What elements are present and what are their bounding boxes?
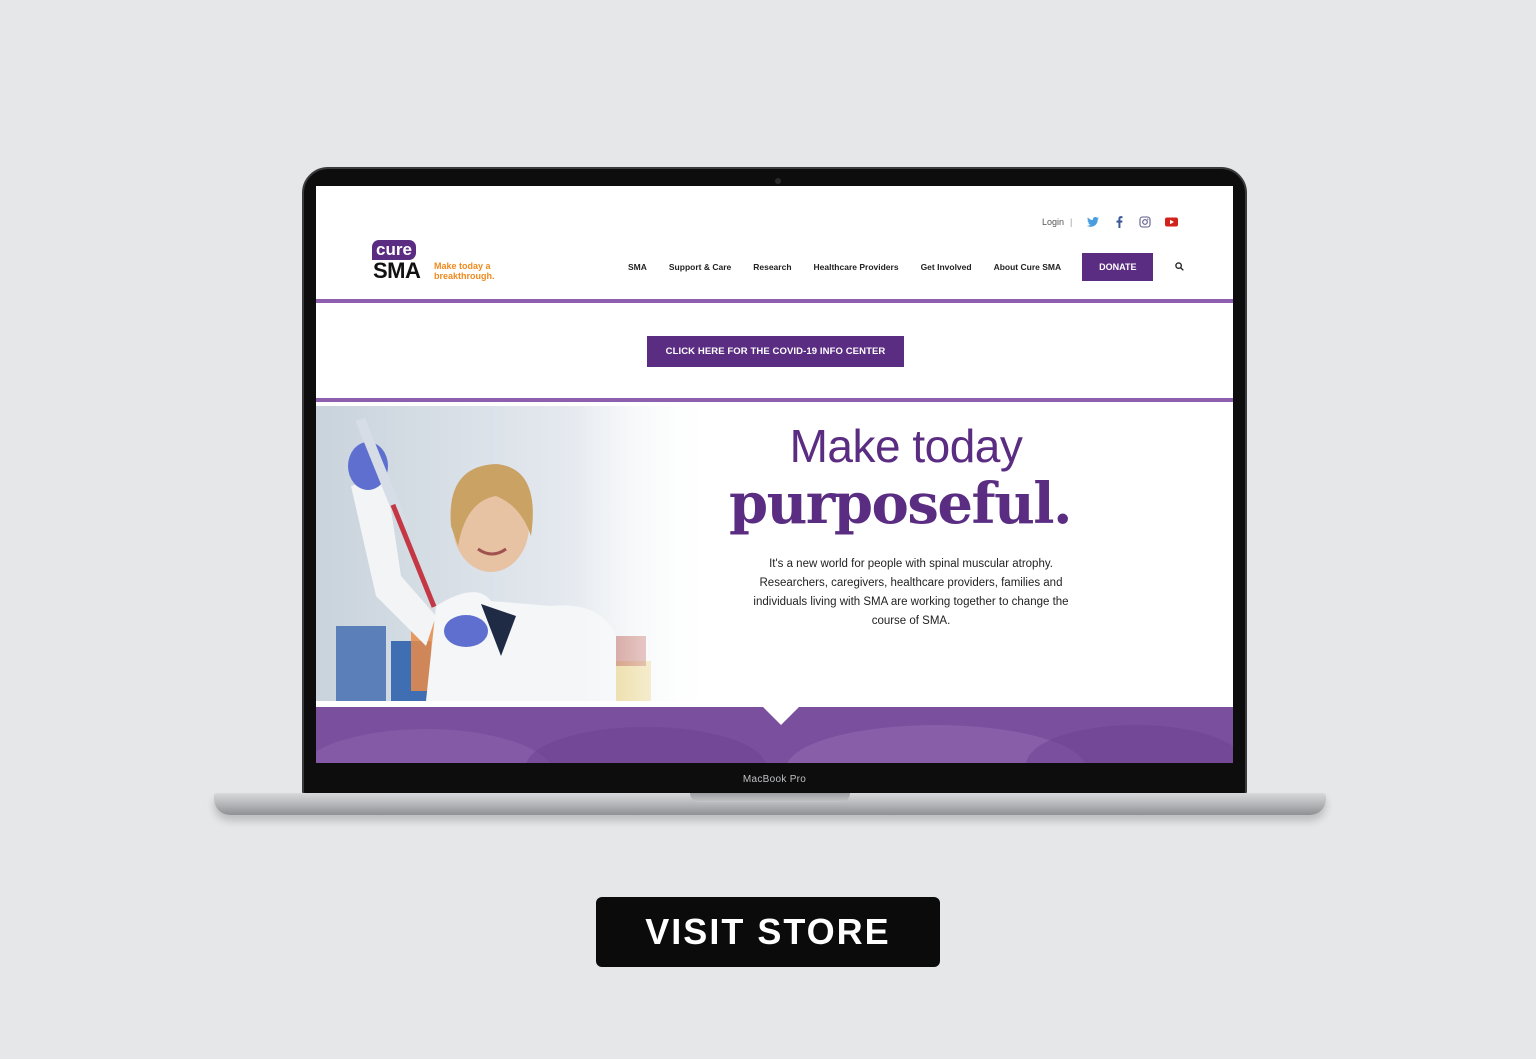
laptop-model-label: MacBook Pro — [742, 774, 807, 785]
twitter-icon[interactable] — [1086, 215, 1100, 229]
nav-item-healthcare-providers[interactable]: Healthcare Providers — [814, 262, 899, 272]
nav-item-research[interactable]: Research — [753, 262, 791, 272]
logo-tagline: Make today a breakthrough. — [434, 261, 495, 281]
hero-headline-line2: purposeful. — [728, 471, 1073, 537]
cure-sma-logo[interactable]: cure SMA — [372, 240, 432, 284]
camera-dot — [775, 178, 781, 184]
facebook-icon[interactable] — [1112, 215, 1126, 229]
covid-info-button[interactable]: CLICK HERE FOR THE COVID-19 INFO CENTER — [647, 336, 904, 367]
youtube-icon[interactable] — [1164, 215, 1178, 229]
hero-body-text: It's a new world for people with spinal … — [753, 558, 1069, 627]
hero-headline-line1: Make today — [789, 420, 1023, 472]
nav-item-get-involved[interactable]: Get Involved — [921, 262, 972, 272]
donate-button[interactable]: DONATE — [1082, 253, 1154, 281]
logo-cure-text: cure — [372, 240, 416, 260]
hero-scientist-photo — [316, 406, 716, 701]
nav-item-sma[interactable]: SMA — [628, 262, 647, 272]
laptop-base — [214, 793, 1326, 815]
hero-divider — [316, 398, 1233, 402]
login-link[interactable]: Login — [1042, 217, 1064, 227]
visit-store-button[interactable]: VISIT STORE — [596, 897, 940, 967]
header-divider — [316, 299, 1233, 303]
nav-item-support-care[interactable]: Support & Care — [669, 262, 731, 272]
instagram-icon[interactable] — [1138, 215, 1152, 229]
nav-item-about-cure-sma[interactable]: About Cure SMA — [994, 262, 1062, 272]
utility-separator: | — [1070, 217, 1073, 227]
logo-sma-text: SMA — [373, 258, 421, 283]
utility-links: Login | — [1042, 215, 1190, 229]
main-nav: SMA Support & Care Research Healthcare P… — [628, 253, 1185, 281]
laptop-base-notch — [690, 793, 850, 802]
website-screen: Login | cure SMA Make today a breakthrou… — [316, 186, 1233, 763]
band-pointer-arrow — [763, 707, 799, 725]
search-icon[interactable] — [1175, 262, 1185, 272]
